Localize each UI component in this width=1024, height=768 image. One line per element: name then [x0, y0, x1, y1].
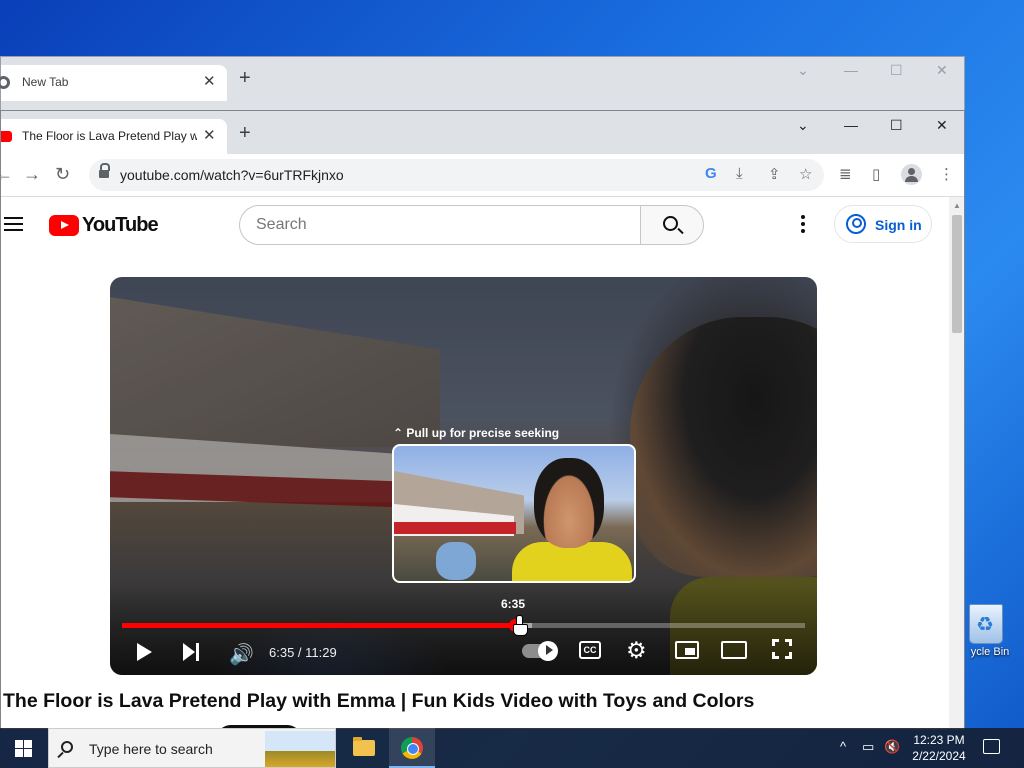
search-icon	[61, 741, 73, 753]
network-icon[interactable]: ▭	[862, 739, 874, 755]
recycle-bin-icon	[969, 604, 1003, 644]
youtube-page: YouTube Sign in ⌃ Pull up for precise se…	[1, 197, 949, 729]
recycle-bin[interactable]: ycle Bin	[955, 600, 1024, 670]
notification-center-icon[interactable]	[983, 739, 1000, 754]
volume-muted-icon[interactable]: 🔇	[884, 739, 900, 755]
tab-youtube-video[interactable]: The Floor is Lava Pretend Play with Emma…	[1, 119, 227, 154]
time-display: 6:35 / 11:29	[269, 645, 337, 660]
recycle-bin-label: ycle Bin	[970, 646, 1010, 658]
youtube-logo[interactable]: YouTube	[49, 213, 159, 236]
install-app-icon[interactable]: ⤓	[736, 165, 743, 182]
browser-window[interactable]: The Floor is Lava Pretend Play with Emma…	[0, 110, 965, 730]
tab-title: The Floor is Lava Pretend Play with Emma…	[22, 129, 197, 143]
clock-time: 12:23 PM	[913, 733, 965, 747]
address-bar[interactable]: youtube.com/watch?v=6urTRFkjnxo G ⤓ ⇪ ☆	[89, 159, 824, 191]
subtitles-button[interactable]: CC	[579, 641, 601, 659]
page-scrollbar[interactable]: ▲	[949, 197, 964, 729]
sign-in-label: Sign in	[875, 217, 922, 233]
chrome-menu-icon[interactable]: ⋮	[939, 165, 954, 183]
clock-date: 2/22/2024	[912, 749, 966, 763]
side-panel-icon[interactable]: ▯	[872, 165, 880, 183]
folder-icon	[353, 737, 375, 756]
video-title: The Floor is Lava Pretend Play with Emma…	[3, 690, 755, 712]
search-button[interactable]	[640, 205, 704, 245]
taskbar: Type here to search ^ ▭ 🔇 12:23 PM 2/22/…	[0, 728, 1024, 768]
tab-close-icon[interactable]: ✕	[203, 126, 216, 144]
url-text[interactable]: youtube.com/watch?v=6urTRFkjnxo	[120, 167, 344, 183]
search-input[interactable]	[256, 216, 626, 234]
minimize-button[interactable]: —	[844, 117, 858, 133]
profile-avatar-icon[interactable]	[901, 164, 922, 185]
reload-icon[interactable]: ↻	[55, 164, 70, 185]
tab-close-icon[interactable]: ✕	[203, 72, 216, 90]
youtube-logo-icon	[49, 214, 79, 236]
chrome-icon	[401, 737, 423, 759]
bookmark-star-icon[interactable]: ☆	[799, 165, 812, 183]
chrome-favicon-icon	[0, 76, 10, 89]
fullscreen-button[interactable]	[772, 639, 792, 659]
miniplayer-button[interactable]	[675, 641, 699, 659]
tab-search-chevron-icon[interactable]: ⌄	[797, 117, 809, 134]
google-lens-icon[interactable]: G	[705, 165, 717, 182]
close-window-button[interactable]: ✕	[936, 62, 948, 79]
account-circle-icon	[846, 214, 866, 234]
background-browser-window[interactable]: New Tab ✕ + ⌄ — ☐ ✕	[0, 56, 965, 116]
media-control-icon[interactable]: ≣	[839, 165, 852, 183]
browser-toolbar: ← → ↻ youtube.com/watch?v=6urTRFkjnxo G …	[1, 154, 964, 197]
sign-in-button[interactable]: Sign in	[834, 205, 932, 243]
player-controls: 🔊 6:35 / 11:29 CC ⚙	[110, 635, 817, 675]
precise-seeking-hint: ⌃ Pull up for precise seeking	[393, 426, 560, 440]
search-box[interactable]	[239, 205, 641, 245]
youtube-wordmark: YouTube	[82, 213, 159, 236]
system-clock[interactable]: 12:23 PM 2/22/2024	[905, 732, 973, 764]
forward-arrow-icon[interactable]: →	[23, 164, 41, 185]
scrollbar-thumb[interactable]	[952, 215, 962, 333]
tab-title: New Tab	[22, 75, 69, 89]
seek-thumbnail-preview	[392, 444, 636, 583]
close-window-button[interactable]: ✕	[936, 117, 948, 134]
maximize-button[interactable]: ☐	[890, 117, 903, 134]
settings-gear-icon[interactable]: ⚙	[626, 637, 647, 664]
hamburger-menu-icon[interactable]	[4, 217, 23, 231]
played-bar	[122, 623, 515, 628]
minimize-button[interactable]: —	[844, 62, 858, 78]
chrome-taskbar-button[interactable]	[389, 728, 435, 768]
file-explorer-button[interactable]	[340, 728, 386, 768]
title-bar: The Floor is Lava Pretend Play with Emma…	[1, 111, 964, 154]
settings-menu-icon[interactable]	[801, 215, 807, 235]
volume-icon[interactable]: 🔊	[229, 642, 254, 667]
search-icon	[663, 216, 678, 231]
progress-bar[interactable]	[122, 619, 805, 632]
theater-mode-button[interactable]	[721, 641, 747, 659]
seek-time-tooltip: 6:35	[500, 597, 526, 611]
scroll-up-arrow-icon[interactable]: ▲	[953, 201, 961, 210]
new-tab-button[interactable]: +	[239, 122, 251, 145]
play-button[interactable]	[137, 643, 152, 661]
youtube-favicon-icon	[1, 131, 12, 142]
lock-icon[interactable]	[99, 163, 110, 179]
show-hidden-icons-chevron-icon[interactable]: ^	[840, 739, 846, 754]
hand-cursor-icon	[513, 615, 528, 636]
back-arrow-icon[interactable]: ←	[1, 164, 13, 185]
new-tab-button[interactable]: +	[239, 67, 251, 90]
tab-search-chevron-icon[interactable]: ⌄	[797, 62, 809, 79]
maximize-button[interactable]: ☐	[890, 62, 903, 79]
next-video-button[interactable]	[183, 643, 201, 661]
windows-start-icon[interactable]	[15, 740, 32, 757]
video-player[interactable]: ⌃ Pull up for precise seeking 6:35 🔊 6:3…	[110, 277, 817, 675]
tab-new-tab[interactable]: New Tab ✕	[0, 65, 227, 101]
taskbar-search-box[interactable]: Type here to search	[48, 728, 336, 768]
search-highlight-image	[265, 731, 335, 767]
share-icon[interactable]: ⇪	[768, 165, 781, 183]
taskbar-search-placeholder: Type here to search	[89, 741, 213, 757]
autoplay-toggle[interactable]	[522, 641, 558, 661]
